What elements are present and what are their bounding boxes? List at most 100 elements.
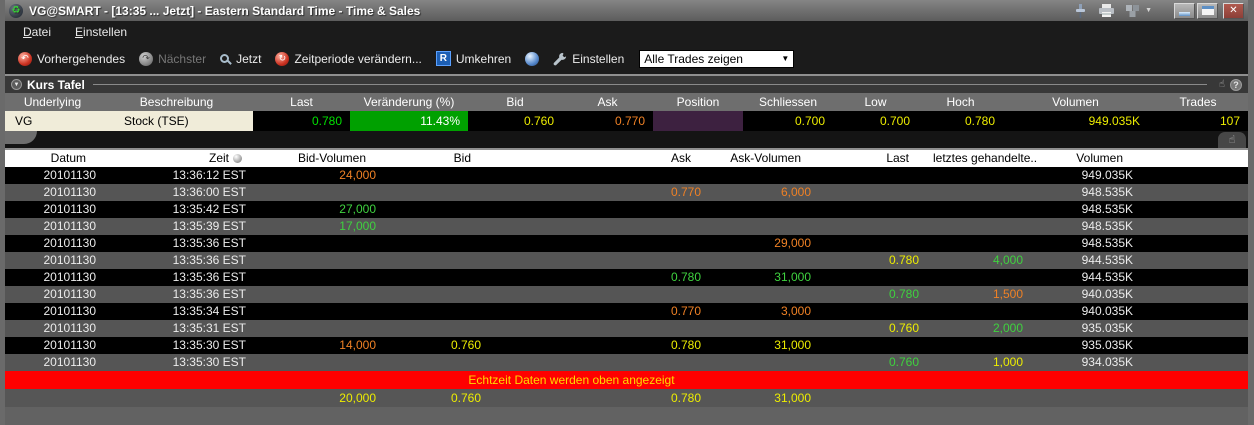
kurs-col-trades[interactable]: Trades [1148,95,1248,109]
cell-datum: 20101130 [5,354,110,371]
app-icon: ♻ [9,4,23,18]
reverse-label: Umkehren [456,52,511,66]
table-row[interactable]: 2010113013:36:12 EST24,000949.035K [5,167,1248,184]
cell-lg [933,303,1037,320]
cell-filler [1147,201,1248,218]
cell-filler [1147,337,1248,354]
cell-bid-vol [260,252,390,269]
cell-filler [1147,218,1248,235]
summary-volumen [1037,389,1147,407]
kurs-col-last[interactable]: Last [253,95,350,109]
next-button[interactable]: ↷ Nächster [132,49,213,69]
col-datum[interactable]: Datum [5,150,110,167]
grab-hand-tab[interactable]: ☝ [1218,132,1246,148]
cell-zeit: 13:35:36 EST [110,269,260,286]
col-letztes-gehandelte[interactable]: letztes gehandelte... [933,150,1037,167]
kurs-col-ask[interactable]: Ask [562,95,653,109]
kurs-col-veraenderung[interactable]: Veränderung (%) [350,95,468,109]
kurs-tafel-row[interactable]: VG Stock (TSE) 0.780 11.43% 0.760 0.770 … [5,111,1248,131]
change-period-button[interactable]: ↻ Zeitperiode verändern... [268,49,428,69]
table-row[interactable]: 2010113013:35:36 EST0.78031,000944.535K [5,269,1248,286]
kurs-col-schliessen[interactable]: Schliessen [743,95,833,109]
cell-ask-vol: 29,000 [715,235,825,252]
change-period-label: Zeitperiode verändern... [294,52,421,66]
kurs-col-position[interactable]: Position [653,95,743,109]
col-zeit-label: Zeit [209,150,229,167]
kurs-veraenderung: 11.43% [350,111,468,131]
cell-zeit: 13:35:42 EST [110,201,260,218]
minimize-button[interactable] [1174,3,1195,19]
table-row[interactable]: 2010113013:35:36 EST0.7801,500940.035K [5,286,1248,303]
table-row[interactable]: 2010113013:35:36 EST29,000948.535K [5,235,1248,252]
cell-bid [390,320,495,337]
kurs-col-beschreibung[interactable]: Beschreibung [100,95,253,109]
col-ask-volumen[interactable]: Ask-Volumen [715,150,825,167]
collapse-section-icon[interactable]: ▼ [11,79,22,90]
table-row[interactable]: 2010113013:35:36 EST0.7804,000944.535K [5,252,1248,269]
table-row[interactable]: 2010113013:35:39 EST17,000948.535K [5,218,1248,235]
col-volumen[interactable]: Volumen [1037,150,1147,167]
cell-datum: 20101130 [5,320,110,337]
kurs-col-low[interactable]: Low [833,95,918,109]
menu-einstellen[interactable]: Einstellen [65,23,137,41]
cell-datum: 20101130 [5,201,110,218]
maximize-button[interactable] [1197,3,1218,19]
col-bid[interactable]: Bid [390,150,495,167]
cell-zeit: 13:36:12 EST [110,167,260,184]
table-row[interactable]: 2010113013:35:30 EST14,0000.7600.78031,0… [5,337,1248,354]
table-row[interactable]: 2010113013:35:31 EST0.7602,000935.035K [5,320,1248,337]
cell-lg [933,269,1037,286]
cell-bid [390,184,495,201]
cell-filler [1147,167,1248,184]
previous-button[interactable]: ↶ Vorhergehendes [11,49,132,69]
table-row[interactable]: 2010113013:35:30 EST0.7601,000934.035K [5,354,1248,371]
menu-datei[interactable]: Datei [13,23,61,41]
cell-ask-vol: 31,000 [715,269,825,286]
cell-volumen: 934.035K [1037,354,1147,371]
cell-last [825,337,933,354]
help-icon[interactable]: ? [1230,79,1242,91]
cell-last: 0.760 [825,320,933,337]
trades-column-headers: Datum Zeit Bid-Volumen Bid Ask Ask-Volum… [5,148,1248,167]
kurs-col-volumen[interactable]: Volumen [1003,95,1148,109]
kurs-col-underlying[interactable]: Underlying [5,95,100,109]
cell-last [825,167,933,184]
table-row[interactable]: 2010113013:35:42 EST27,000948.535K [5,201,1248,218]
cell-ask-vol [715,286,825,303]
print-icon[interactable] [1097,3,1115,19]
layout-blocks-icon[interactable] [1123,3,1141,19]
cell-bid-vol [260,320,390,337]
settings-button[interactable]: Einstellen [546,49,631,69]
kurs-col-bid[interactable]: Bid [468,95,562,109]
close-button[interactable]: ✕ [1223,3,1244,19]
cell-volumen: 948.535K [1037,201,1147,218]
globe-button[interactable] [518,49,546,69]
reverse-button[interactable]: R Umkehren [429,48,518,69]
cell-filler [1147,354,1248,371]
cell-ask [495,354,715,371]
grab-hand-icon[interactable]: ☝ [1219,79,1225,90]
table-row[interactable]: 2010113013:36:00 EST0.7706,000948.535K [5,184,1248,201]
cell-bid-vol: 14,000 [260,337,390,354]
cell-zeit: 13:35:36 EST [110,252,260,269]
cell-volumen: 940.035K [1037,303,1147,320]
col-zeit[interactable]: Zeit [110,150,260,167]
menubar: Datei Einstellen [5,21,1248,43]
table-row[interactable]: 2010113013:35:34 EST0.7703,000940.035K [5,303,1248,320]
col-last[interactable]: Last [825,150,933,167]
cell-filler [1147,286,1248,303]
trade-filter-dropdown[interactable]: Alle Trades zeigen ▼ [639,50,794,68]
cell-lg: 1,000 [933,354,1037,371]
kurs-schliessen: 0.700 [743,111,833,131]
kurs-beschreibung: Stock (TSE) [100,111,253,131]
pin-icon[interactable] [1071,3,1089,19]
layout-caret-icon[interactable]: ▼ [1145,7,1152,14]
kurs-col-hoch[interactable]: Hoch [918,95,1003,109]
cell-ask-vol [715,167,825,184]
cell-bid-vol [260,303,390,320]
kurs-tafel-header: ▼ Kurs Tafel ☝ ? [5,76,1248,93]
col-bid-volumen[interactable]: Bid-Volumen [260,150,390,167]
jetzt-button[interactable]: Jetzt [213,49,268,69]
col-ask[interactable]: Ask [495,150,715,167]
titlebar: ♻ VG@SMART - [13:35 ... Jetzt] - Eastern… [5,0,1248,21]
